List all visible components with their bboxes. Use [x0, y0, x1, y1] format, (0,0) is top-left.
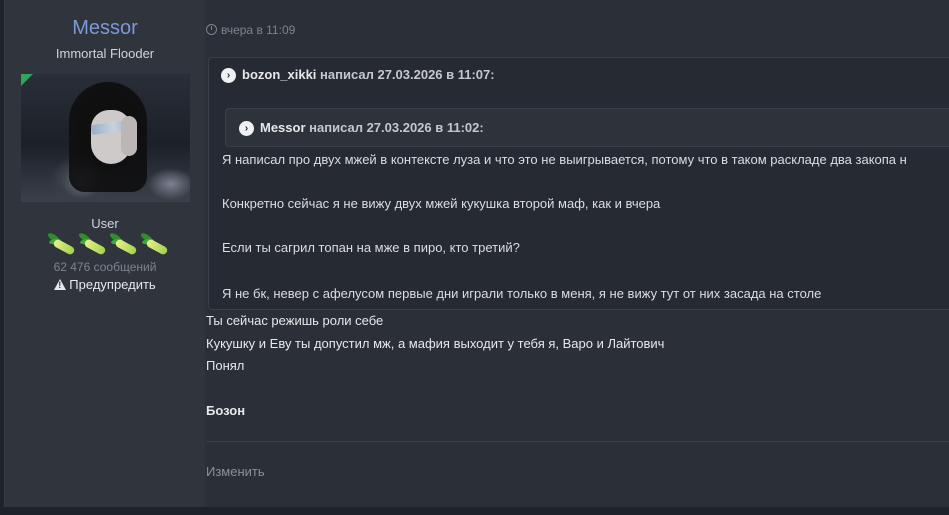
edit-link[interactable]: Изменить [206, 464, 265, 479]
avatar[interactable] [21, 74, 190, 202]
quote-line: Я написал про двух мжей в контексте луза… [222, 152, 907, 167]
chevron-down-icon[interactable]: › [221, 68, 236, 83]
timestamp-text: вчера в 11:09 [221, 23, 296, 37]
post-text-line: Ты сейчас режишь роли себе [206, 313, 384, 328]
warn-button[interactable]: Предупредить [5, 277, 205, 292]
post-text-line: Кукушку и Еву ты допустил мж, а мафия вы… [206, 336, 665, 351]
forum-post: Messor Immortal Flooder User 62 476 сооб… [4, 0, 949, 507]
leek-icon [107, 231, 138, 257]
author-title: Immortal Flooder [55, 46, 155, 61]
warning-icon [54, 279, 67, 290]
quote-line: Я не бк, невер с афелусом первые дни игр… [222, 286, 822, 301]
post-signature: Бозон [206, 403, 246, 418]
author-name[interactable]: Messor [5, 17, 205, 40]
warn-label: Предупредить [69, 277, 156, 292]
nested-quote-header[interactable]: › Messor написал 27.03.2026 в 11:02: [239, 120, 484, 137]
author-group: User [91, 216, 119, 231]
quote-line: Конкретно сейчас я не вижу двух мжей кук… [222, 196, 661, 211]
user-panel: Messor Immortal Flooder User 62 476 сооб… [5, 0, 205, 507]
quote-block: › bozon_xikki написал 27.03.2026 в 11:07:… [208, 57, 949, 310]
post-timestamp[interactable]: вчера в 11:09 [206, 23, 295, 37]
chevron-right-icon[interactable]: › [239, 121, 254, 136]
leek-icon [76, 231, 107, 257]
quote-line: Если ты сагрил топан на мже в пиро, кто … [222, 240, 520, 255]
divider [206, 441, 949, 442]
online-indicator [21, 74, 33, 86]
quote-said: написал 27.03.2026 в 11:07: [320, 67, 495, 82]
message-count: 62 476 сообщений [53, 260, 157, 274]
post-content: вчера в 11:09 › bozon_xikki написал 27.03… [205, 0, 949, 507]
post-text-line: Понял [206, 358, 245, 373]
nested-quote-block: › Messor написал 27.03.2026 в 11:02: [225, 108, 949, 147]
rank-badges [45, 231, 169, 259]
nested-quote-said: написал 27.03.2026 в 11:02: [309, 120, 484, 135]
nested-quote-author[interactable]: Messor [260, 120, 306, 135]
quote-header[interactable]: › bozon_xikki написал 27.03.2026 в 11:07: [221, 67, 495, 84]
leek-icon [45, 231, 76, 257]
clock-icon [206, 24, 217, 35]
quote-author[interactable]: bozon_xikki [242, 67, 316, 82]
avatar-hand [121, 116, 137, 156]
leek-icon [138, 231, 169, 257]
